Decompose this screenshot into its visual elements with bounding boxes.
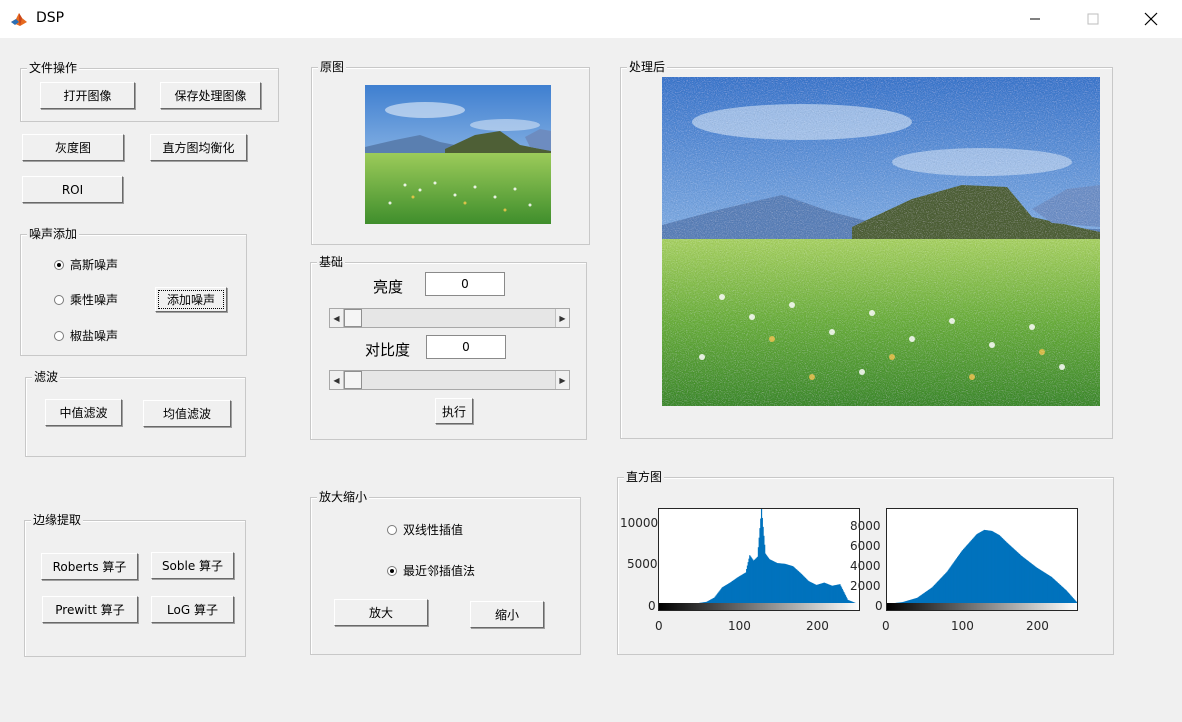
grayscale-button[interactable]: 灰度图 [22,134,124,161]
grayscale-colorbar [659,603,859,610]
hist-right-xtick: 200 [1026,619,1049,633]
shrink-button[interactable]: 缩小 [470,601,544,628]
radio-label: 乘性噪声 [70,293,119,307]
hist-right-ytick: 6000 [850,539,881,553]
open-image-button[interactable]: 打开图像 [40,82,135,109]
histogram-bar [1076,602,1078,603]
grayscale-colorbar [887,603,1077,610]
hist-right-ytick: 0 [875,599,883,613]
window-title: DSP [36,10,65,26]
brightness-label: 亮度 [373,278,404,296]
radio-indicator [54,259,64,270]
hist-right-ytick: 8000 [850,519,881,533]
radio-nearest-neighbor[interactable]: 最近邻插值法 [387,562,475,579]
mean-filter-button[interactable]: 均值滤波 [143,400,231,427]
radio-bilinear[interactable]: 双线性插值 [387,521,463,538]
zoom-title: 放大缩小 [317,490,370,504]
maximize-button[interactable] [1064,0,1122,38]
hist-right-xtick: 0 [882,619,890,633]
noise-title: 噪声添加 [27,227,80,241]
apply-button[interactable]: 执行 [435,398,473,424]
slider-left-arrow-icon[interactable]: ◀ [330,371,344,389]
basic-adjust-title: 基础 [317,255,346,269]
original-title: 原图 [318,60,347,74]
radio-salt-pepper-noise[interactable]: 椒盐噪声 [54,327,118,344]
radio-label: 双线性插值 [403,523,464,537]
hist-left-xtick: 100 [728,619,751,633]
matlab-app-icon [10,10,28,28]
radio-indicator [54,294,64,305]
roberts-button[interactable]: Roberts 算子 [41,553,138,580]
processed-title: 处理后 [627,60,668,74]
slider-left-arrow-icon[interactable]: ◀ [330,309,344,327]
histogram-right-axes [886,508,1078,611]
processed-image [662,77,1100,406]
add-noise-button[interactable]: 添加噪声 [155,287,227,312]
histogram-right-plot [887,529,1078,610]
radio-indicator [387,565,397,576]
log-button[interactable]: LoG 算子 [151,596,234,623]
slider-right-arrow-icon[interactable]: ▶ [555,309,569,327]
histogram-left-axes [658,508,860,611]
file-ops-title: 文件操作 [27,61,80,75]
slider-thumb[interactable] [344,371,362,389]
save-image-button[interactable]: 保存处理图像 [160,82,261,109]
contrast-label: 对比度 [365,341,411,359]
brightness-slider[interactable]: ◀ ▶ [329,308,570,328]
radio-gaussian-noise[interactable]: 高斯噪声 [54,256,118,273]
contrast-input[interactable]: 0 [426,335,506,359]
radio-indicator [387,524,397,535]
radio-label: 高斯噪声 [70,258,119,272]
hist-left-xtick: 200 [806,619,829,633]
brightness-input[interactable]: 0 [425,272,505,296]
radio-label: 最近邻插值法 [403,564,476,578]
client-area: 文件操作 打开图像 保存处理图像 灰度图 直方图均衡化 ROI 噪声添加 高斯噪… [0,38,1182,722]
histogram-left-plot [659,509,859,610]
slider-thumb[interactable] [344,309,362,327]
hist-right-xtick: 100 [951,619,974,633]
radio-indicator [54,330,64,341]
hist-left-ytick: 10000 [620,516,659,530]
roi-button[interactable]: ROI [22,176,123,203]
contrast-slider[interactable]: ◀ ▶ [329,370,570,390]
histogram-title: 直方图 [624,470,665,484]
hist-right-ytick: 4000 [850,559,881,573]
median-filter-button[interactable]: 中值滤波 [45,399,122,426]
hist-left-xtick: 0 [655,619,663,633]
radio-multiplicative-noise[interactable]: 乘性噪声 [54,291,118,308]
edge-title: 边缘提取 [31,513,84,527]
enlarge-button[interactable]: 放大 [334,599,428,626]
hist-left-ytick: 5000 [627,557,658,571]
edge-panel: 边缘提取 [24,513,246,657]
hist-right-ytick: 2000 [850,579,881,593]
close-button[interactable] [1122,0,1180,38]
minimize-button[interactable] [1006,0,1064,38]
original-image [365,85,551,224]
radio-label: 椒盐噪声 [70,329,119,343]
soble-button[interactable]: Soble 算子 [151,552,234,579]
filter-title: 滤波 [32,370,61,384]
prewitt-button[interactable]: Prewitt 算子 [42,596,138,623]
slider-right-arrow-icon[interactable]: ▶ [555,371,569,389]
title-bar: DSP [0,0,1182,38]
histogram-equalization-button[interactable]: 直方图均衡化 [150,134,247,161]
hist-left-ytick: 0 [648,599,656,613]
